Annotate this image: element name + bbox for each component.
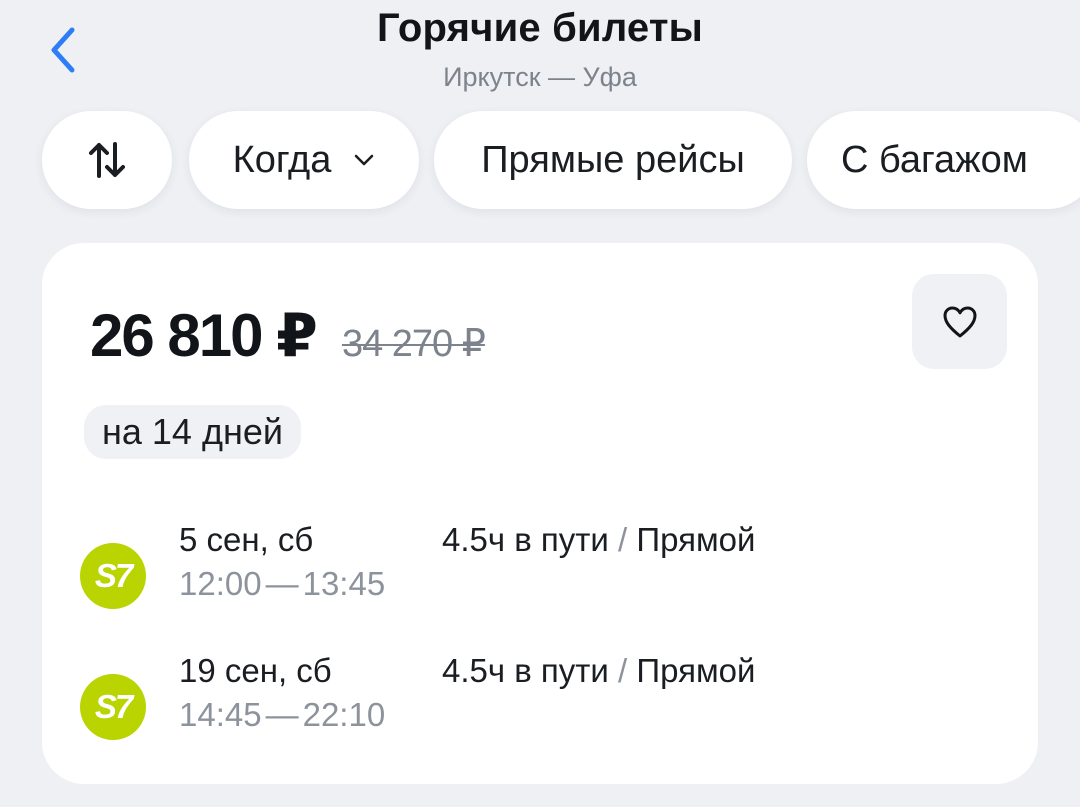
info-separator: / <box>618 652 628 689</box>
flight-times: 12:00—13:45 <box>179 565 385 603</box>
travel-time: 4.5ч в пути <box>442 521 609 558</box>
arrival-time: 22:10 <box>302 696 386 733</box>
time-dash: — <box>265 565 299 602</box>
direct-flights-label: Прямые рейсы <box>481 138 745 181</box>
chevron-down-icon <box>355 154 374 166</box>
airline-logo: S7 <box>80 543 146 609</box>
info-separator: / <box>618 521 628 558</box>
when-filter-label: Когда <box>232 138 332 181</box>
arrival-time: 13:45 <box>302 565 386 602</box>
price: 26 810 ₽ <box>90 302 318 369</box>
favorite-button[interactable] <box>912 274 1007 369</box>
airline-logo-text: S7 <box>94 557 133 594</box>
page-title: Горячие билеты <box>377 6 703 50</box>
old-price: 34 270 ₽ <box>341 323 486 365</box>
flight-times: 14:45—22:10 <box>179 696 385 734</box>
baggage-label: С багажом <box>841 138 1028 181</box>
sort-button[interactable] <box>42 111 172 209</box>
travel-time: 4.5ч в пути <box>442 652 609 689</box>
route-subtitle: Иркутск — Уфа <box>443 62 637 92</box>
price-row: 26 810 ₽ 34 270 ₽ <box>90 301 486 371</box>
flight-segment-return: S7 19 сен, сб 14:45—22:10 4.5ч в пути / … <box>80 652 980 752</box>
direct-flights-filter[interactable]: Прямые рейсы <box>434 111 792 209</box>
offer-card[interactable]: 26 810 ₽ 34 270 ₽ на 14 дней S7 5 сен, с… <box>42 243 1038 784</box>
departure-time: 14:45 <box>179 696 262 733</box>
flight-date: 19 сен, сб <box>179 652 332 689</box>
airline-logo-text: S7 <box>94 688 133 725</box>
time-dash: — <box>265 696 299 733</box>
sort-arrows-icon <box>89 142 125 178</box>
flight-type: Прямой <box>636 652 756 689</box>
flight-date: 5 сен, сб <box>179 521 314 558</box>
flight-type: Прямой <box>636 521 756 558</box>
header: Горячие билеты Иркутск — Уфа <box>0 0 1080 105</box>
heart-icon <box>943 306 976 337</box>
flight-info: 4.5ч в пути / Прямой <box>442 521 755 559</box>
airline-logo: S7 <box>80 674 146 740</box>
when-filter[interactable]: Когда <box>189 111 419 209</box>
departure-time: 12:00 <box>179 565 262 602</box>
flight-info: 4.5ч в пути / Прямой <box>442 652 755 690</box>
baggage-filter[interactable]: С багажом <box>807 111 1080 209</box>
trip-duration-badge: на 14 дней <box>84 405 301 459</box>
flight-segment-outbound: S7 5 сен, сб 12:00—13:45 4.5ч в пути / П… <box>80 521 980 621</box>
